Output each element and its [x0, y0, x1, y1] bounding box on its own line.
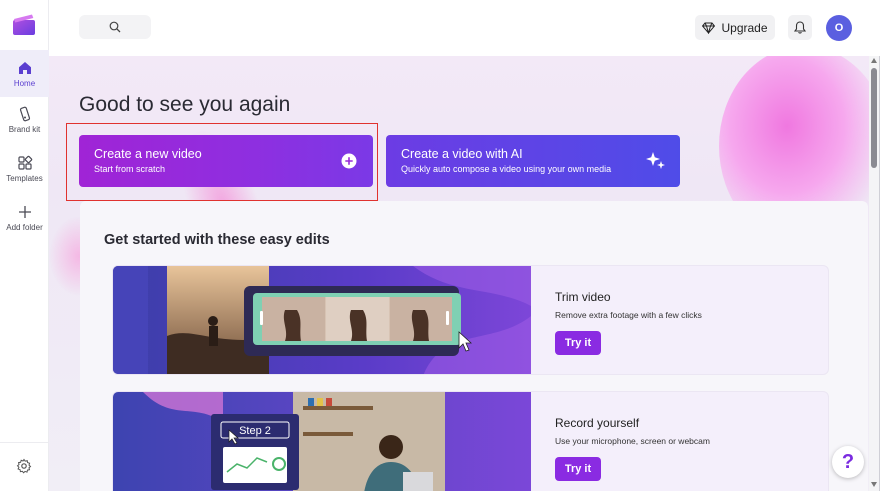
- card-title: Create a new video: [94, 147, 202, 161]
- sidebar-divider: [0, 442, 48, 443]
- upgrade-button[interactable]: Upgrade: [695, 15, 775, 40]
- edit-title: Record yourself: [555, 416, 640, 430]
- easy-edits-panel: Get started with these easy edits Trim v…: [80, 201, 868, 491]
- bell-icon: [794, 21, 806, 34]
- record-yourself-card[interactable]: Step 2 Record yourself Use your micropho…: [112, 391, 829, 491]
- sidebar-item-label: Add folder: [6, 223, 43, 232]
- sidebar-item-templates[interactable]: Templates: [0, 155, 49, 193]
- brand-kit-icon: [19, 106, 30, 122]
- edit-description: Use your microphone, screen or webcam: [555, 436, 710, 446]
- avatar[interactable]: O: [826, 15, 852, 41]
- trim-video-thumbnail: [113, 266, 531, 374]
- card-subtitle: Quickly auto compose a video using your …: [401, 164, 612, 174]
- search-button[interactable]: [79, 15, 151, 39]
- gear-icon[interactable]: [16, 458, 32, 474]
- try-it-button[interactable]: Try it: [555, 457, 601, 481]
- help-button[interactable]: ?: [832, 446, 864, 478]
- home-icon: [18, 62, 31, 74]
- trim-video-card[interactable]: Trim video Remove extra footage with a f…: [112, 265, 829, 375]
- record-yourself-thumbnail: Step 2: [113, 392, 531, 491]
- section-heading: Get started with these easy edits: [104, 232, 330, 248]
- page-title: Good to see you again: [79, 93, 291, 116]
- plus-icon: [18, 206, 31, 218]
- sidebar-item-label: Templates: [6, 174, 43, 183]
- sidebar-item-add-folder[interactable]: Add folder: [0, 204, 49, 242]
- thumbnail-step-label: Step 2: [239, 425, 271, 437]
- top-bar: Upgrade O: [49, 0, 880, 56]
- sidebar-item-label: Home: [13, 79, 36, 88]
- diamond-icon: [702, 22, 716, 34]
- sidebar-item-home[interactable]: Home: [0, 50, 49, 97]
- upgrade-label: Upgrade: [721, 20, 768, 35]
- sidebar-item-label: Brand kit: [8, 125, 41, 134]
- create-new-video-card[interactable]: Create a new video Start from scratch: [79, 135, 373, 187]
- edit-title: Trim video: [555, 290, 611, 304]
- plus-circle-icon: [341, 153, 357, 169]
- try-it-button[interactable]: Try it: [555, 331, 601, 355]
- app-logo-icon[interactable]: [12, 13, 36, 37]
- sidebar-item-brand-kit[interactable]: Brand kit: [0, 106, 49, 144]
- vertical-scrollbar[interactable]: [869, 56, 879, 491]
- scroll-up-icon[interactable]: [871, 58, 877, 63]
- sidebar: Home Brand kit Templates Add folder: [0, 0, 49, 491]
- main-content: Good to see you again Create a new video…: [49, 56, 869, 491]
- scrollbar-thumb[interactable]: [871, 68, 877, 168]
- search-icon: [109, 21, 121, 33]
- edit-description: Remove extra footage with a few clicks: [555, 310, 702, 320]
- card-subtitle: Start from scratch: [94, 164, 166, 174]
- sparkle-icon: [646, 152, 665, 169]
- templates-icon: [17, 155, 32, 170]
- notifications-button[interactable]: [788, 15, 812, 40]
- scroll-down-icon[interactable]: [871, 482, 877, 487]
- card-title: Create a video with AI: [401, 147, 523, 161]
- create-video-with-ai-card[interactable]: Create a video with AI Quickly auto comp…: [386, 135, 680, 187]
